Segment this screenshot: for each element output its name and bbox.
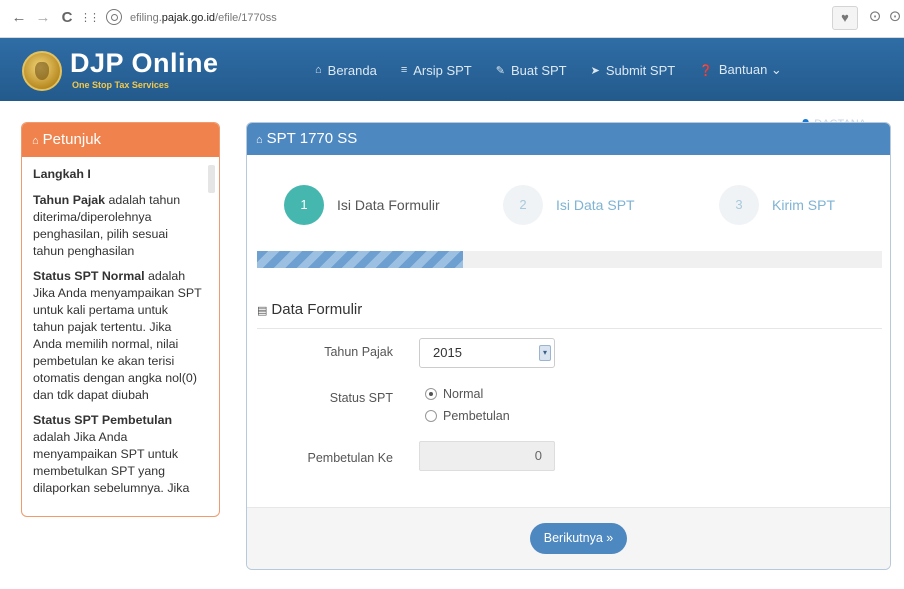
chevron-down-icon[interactable]: ▾ <box>539 345 551 361</box>
send-icon: ➤ <box>590 64 600 77</box>
petunjuk-header: ⌂ Petunjuk <box>22 123 219 157</box>
url-prefix: efiling. <box>130 12 162 24</box>
home-icon: ⌂ <box>32 135 39 147</box>
progress-bar <box>257 251 882 268</box>
step-2: 2 Isi Data SPT <box>503 185 635 225</box>
extension-icon-2[interactable]: ⊙ <box>886 6 904 30</box>
radio-pembetulan[interactable]: Pembetulan <box>425 409 510 423</box>
heart-icon[interactable]: ♥ <box>832 6 858 30</box>
scrollbar-thumb[interactable] <box>208 165 215 193</box>
section-title: ▤ Data Formulir <box>257 301 362 318</box>
radio-label: Normal <box>443 387 484 401</box>
step-number: 2 <box>503 185 543 225</box>
term-bold: Status SPT Pembetulan <box>33 413 173 427</box>
spt-title: SPT 1770 SS <box>266 130 358 147</box>
menu-label: Submit SPT <box>605 62 676 78</box>
petunjuk-paragraph: Tahun Pajak adalah tahun diterima/dipero… <box>33 192 202 260</box>
spt-panel: ⌂ SPT 1770 SS 1 Isi Data Formulir 2 Isi D… <box>246 122 891 570</box>
logo-title[interactable]: DJP Online <box>70 48 219 79</box>
main-menu: ⌂ Beranda ≡ Arsip SPT ✎ Buat SPT ➤ Submi… <box>315 61 806 79</box>
petunjuk-scrollbar[interactable] <box>208 161 216 509</box>
edit-icon: ✎ <box>495 64 505 77</box>
menu-item-buat-spt[interactable]: ✎ Buat SPT <box>496 61 567 79</box>
pembetulan-ke-input: 0 <box>419 441 555 471</box>
reload-icon[interactable]: C <box>58 9 76 27</box>
menu-item-submit-spt[interactable]: ➤ Submit SPT <box>591 61 676 79</box>
term-bold: Status SPT Normal <box>33 269 145 283</box>
djp-emblem-icon[interactable] <box>22 51 62 91</box>
step-1: 1 Isi Data Formulir <box>284 185 440 225</box>
petunjuk-panel: ⌂ Petunjuk Langkah I Tahun Pajak adalah t… <box>21 122 220 517</box>
url-path: /efile/1770ss <box>215 12 277 24</box>
url-domain: pajak.go.id <box>161 12 216 24</box>
progress-fill <box>257 251 464 268</box>
step-label: Isi Data SPT <box>556 197 635 213</box>
menu-label: Bantuan ⌄ <box>718 62 782 77</box>
langkah-heading: Langkah I <box>33 167 91 181</box>
menu-item-bantuan[interactable]: ❓ Bantuan ⌄ <box>699 61 782 79</box>
radio-label: Pembetulan <box>443 409 510 423</box>
forward-icon[interactable]: → <box>34 9 52 27</box>
address-bar[interactable]: efiling.pajak.go.id/efile/1770ss <box>130 7 810 29</box>
menu-label: Buat SPT <box>510 62 567 78</box>
step-3: 3 Kirim SPT <box>719 185 835 225</box>
browser-toolbar: ← → C ⋮⋮ efiling.pajak.go.id/efile/1770s… <box>0 0 904 38</box>
section-title-text: Data Formulir <box>271 301 363 318</box>
status-spt-label: Status SPT <box>329 391 393 405</box>
extension-icon[interactable]: ⊙ <box>862 6 888 30</box>
help-icon: ❓ <box>699 64 713 77</box>
term-text: adalah Jika Anda menyampaikan SPT untuk … <box>33 430 190 495</box>
back-icon[interactable]: ← <box>10 9 28 27</box>
menu-label: Arsip SPT <box>413 62 472 78</box>
menu-item-arsip-spt[interactable]: ≡ Arsip SPT <box>401 61 472 79</box>
radio-button-selected[interactable] <box>425 388 437 400</box>
apps-icon[interactable]: ⋮⋮ <box>80 9 100 27</box>
term-bold: Tahun Pajak <box>33 193 106 207</box>
form-footer: Berikutnya » <box>247 507 890 569</box>
tahun-pajak-value: 2015 <box>433 345 462 360</box>
petunjuk-content[interactable]: Langkah I Tahun Pajak adalah tahun diter… <box>22 157 208 509</box>
step-number: 3 <box>719 185 759 225</box>
pembetulan-ke-label: Pembetulan Ke <box>307 451 393 465</box>
document-icon: ▤ <box>257 305 268 317</box>
petunjuk-title: Petunjuk <box>42 131 102 148</box>
radio-normal[interactable]: Normal <box>425 387 483 401</box>
logo-subtitle: One Stop Tax Services <box>72 80 169 90</box>
menu-item-beranda[interactable]: ⌂ Beranda <box>315 61 377 79</box>
radio-button[interactable] <box>425 410 437 422</box>
spt-panel-header: ⌂ SPT 1770 SS <box>247 123 890 155</box>
home-icon: ⌂ <box>256 134 263 146</box>
step-label: Isi Data Formulir <box>337 197 440 213</box>
petunjuk-paragraph: Status SPT Normal adalah Jika Anda menya… <box>33 268 202 404</box>
home-icon: ⌂ <box>315 64 322 76</box>
tahun-pajak-label: Tahun Pajak <box>324 345 393 359</box>
petunjuk-paragraph: Status SPT Pembetulan adalah Jika Anda m… <box>33 412 202 497</box>
menu-label: Beranda <box>327 62 377 78</box>
next-button[interactable]: Berikutnya » <box>530 523 627 554</box>
step-label: Kirim SPT <box>772 197 835 213</box>
section-divider <box>257 328 882 329</box>
step-number: 1 <box>284 185 324 225</box>
list-icon: ≡ <box>400 64 408 76</box>
site-header: DJP Online One Stop Tax Services ⌂ Beran… <box>0 38 904 101</box>
tahun-pajak-select[interactable]: 2015 ▾ <box>419 338 555 368</box>
page-info-icon[interactable] <box>106 9 122 25</box>
term-text: adalah Jika Anda menyampaikan SPT untuk … <box>33 269 202 402</box>
